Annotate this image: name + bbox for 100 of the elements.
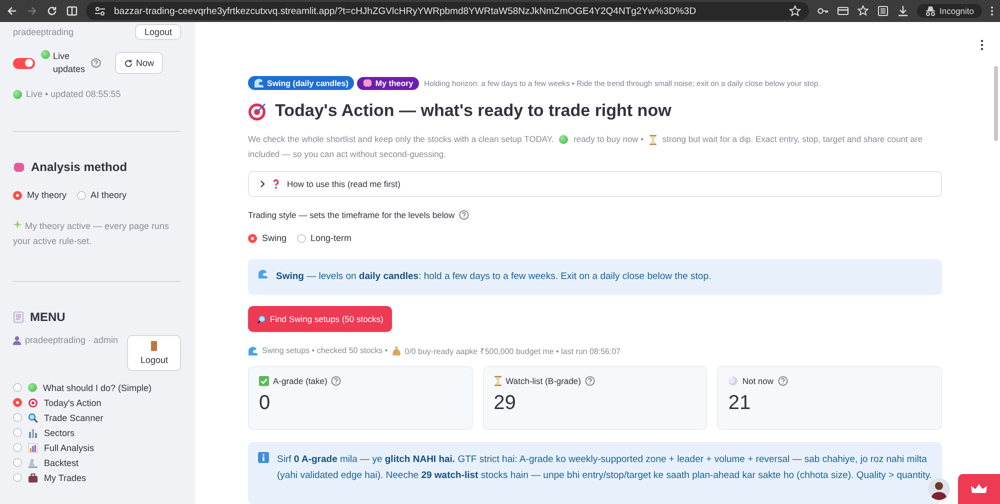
profile-button[interactable]: Incognito [916,4,982,18]
avatar[interactable] [928,478,950,500]
money-bag-icon [392,346,401,356]
bookmarks-icon[interactable] [856,5,868,17]
person-icon [13,336,21,344]
back-icon[interactable] [6,5,18,17]
menu-item[interactable]: Today's Action [44,398,102,408]
logout-button[interactable]: Logout [127,335,181,371]
caption-text: 0/0 buy-ready aapke ₹500,000 budget me • last run 08:56:07 [404,346,621,356]
status-dot-icon [559,135,568,144]
download-icon[interactable] [896,5,908,17]
radio-button[interactable] [13,443,22,452]
incognito-icon [924,6,936,16]
target-icon [248,102,267,120]
app-badge-button[interactable] [958,474,1000,504]
wave-icon [258,269,268,279]
expander[interactable]: How to use this (read me first) [248,171,942,197]
status-dot-icon [28,383,37,392]
description-text: We check the whole shortlist and keep only the stocks with a clean setup TODAY. ready to buy now • strong but wait for a dip. Exact entry, stop, target and share count are included — so you can act without second-guessing. [248,134,923,159]
radio-button[interactable] [13,473,22,482]
key-icon[interactable] [816,5,828,17]
username-text: pradeeptrading [13,27,74,37]
menu-icon[interactable] [980,39,984,51]
hourglass-icon [494,376,502,386]
info-text: Sirf 0 A-grade mila — ye glitch NAHI hai. GTF strict hai: A-grade ko weekly-supported zone + leader + volume + reversal — sab chahiye, jo roz nahi milta (yahi validated edge hai). Neeche 29 watch-list stocks hain — unpe bhi entry/stop/target ke saath plan-ahead kar sakte ho (chhota size). Quality > quantity. [277,453,932,483]
menu-item[interactable]: Sectors [44,428,75,438]
refresh-icon [124,58,133,68]
bar-chart-icon [28,428,38,438]
scrollbar-thumb[interactable] [994,66,998,141]
menu-item[interactable]: My Trades [44,472,86,482]
checkbox-icon [259,376,269,386]
chart-icon [28,442,38,452]
metric-value: 21 [728,392,752,415]
radio-label[interactable]: Swing [262,233,287,243]
find-setups-button[interactable]: Find Swing setups (50 stocks) [248,306,392,332]
reload-icon[interactable] [46,5,58,17]
radio-button[interactable] [248,234,257,242]
metric-value: 0 [259,392,272,415]
wave-icon [254,78,264,88]
caption-text: Swing setups • checked 50 stocks • [262,346,388,355]
status-text: Live • updated 08:55:55 [26,89,121,99]
page-title: Today's Action — what's ready to trade right now [275,101,672,121]
toggle-label[interactable]: Live updates [53,50,86,76]
crown-icon [971,484,987,494]
help-icon [584,376,595,386]
site-info-icon[interactable] [94,5,106,17]
sparkle-icon [13,220,22,229]
metric-label: Not now [742,376,774,386]
metric-label: A-grade (take) [273,376,328,386]
radio-button[interactable] [13,413,22,422]
wave-icon [248,346,258,356]
magnifier-icon [257,314,266,324]
reading-list-icon[interactable] [876,5,888,17]
star-icon[interactable] [788,5,800,17]
split-view-icon[interactable] [66,5,78,17]
menu-icon[interactable] [990,5,994,17]
radio-label[interactable]: My theory [27,190,67,200]
menu-item[interactable]: Full Analysis [44,442,94,452]
field-label: Trading style — sets the timeframe for the levels below [248,210,455,220]
magnifier-icon [28,412,38,422]
briefcase-icon [28,472,38,482]
address-bar[interactable]: bazzar-trading-ceevqrhe3yfrtkezcutxvq.streamlit.app/?t=cHJhZGVlcHRyYWRpbmd8YWRtaW58NzJkNmZmOGE4Y2Q4NTg2Yw%3D%3D [86,2,808,20]
notepad-icon [13,311,24,323]
help-icon [778,376,788,386]
menu-item[interactable]: Trade Scanner [44,412,104,422]
radio-button[interactable] [13,428,22,437]
help-icon [458,210,469,220]
logout-button[interactable]: Logout [135,24,181,40]
radio-button[interactable] [13,383,22,392]
radio-button[interactable] [296,234,306,242]
radio-button[interactable] [13,190,22,200]
status-dot-icon [13,90,22,98]
info-text: Swing — levels on daily candles: hold a few days to a few weeks. Exit on a daily close below the stop. [276,270,712,284]
section-heading: Analysis method [31,160,128,174]
hourglass-icon [649,134,658,145]
status-dot-icon [41,50,50,59]
menu-item[interactable]: What should I do? (Simple) [43,382,152,392]
radio-label[interactable]: Long-term [310,233,352,243]
radio-button[interactable] [13,458,22,467]
username-text: pradeeptrading · admin [25,335,118,345]
help-icon [331,376,342,386]
tag: Swing (daily candles) [248,76,354,90]
card-icon[interactable] [836,5,848,17]
moon-icon [728,376,738,386]
now-button[interactable]: Now [115,52,164,74]
radio-button[interactable] [76,190,86,200]
url-text[interactable]: bazzar-trading-ceevqrhe3yfrtkezcutxvq.streamlit.app/?t=cHJhZGVlcHRyYWRpbmd8YWRtaW58NzJkNmZmOGE4Y2Q4NTg2Yw%3D%3D [114,6,780,16]
question-mark-icon [273,179,279,189]
tag: My theory [357,76,420,90]
info-icon [258,452,269,463]
help-icon [91,58,101,68]
toggle-switch[interactable] [13,58,35,68]
radio-button[interactable] [13,398,22,407]
target-icon [28,398,38,408]
chevron-right-icon [259,180,265,188]
radio-label[interactable]: AI theory [90,190,127,200]
metric-value: 29 [494,392,517,415]
menu-item[interactable]: Backtest [44,458,79,468]
section-heading: MENU [30,310,66,324]
metric-label: Watch-list (B-grade) [506,376,581,386]
